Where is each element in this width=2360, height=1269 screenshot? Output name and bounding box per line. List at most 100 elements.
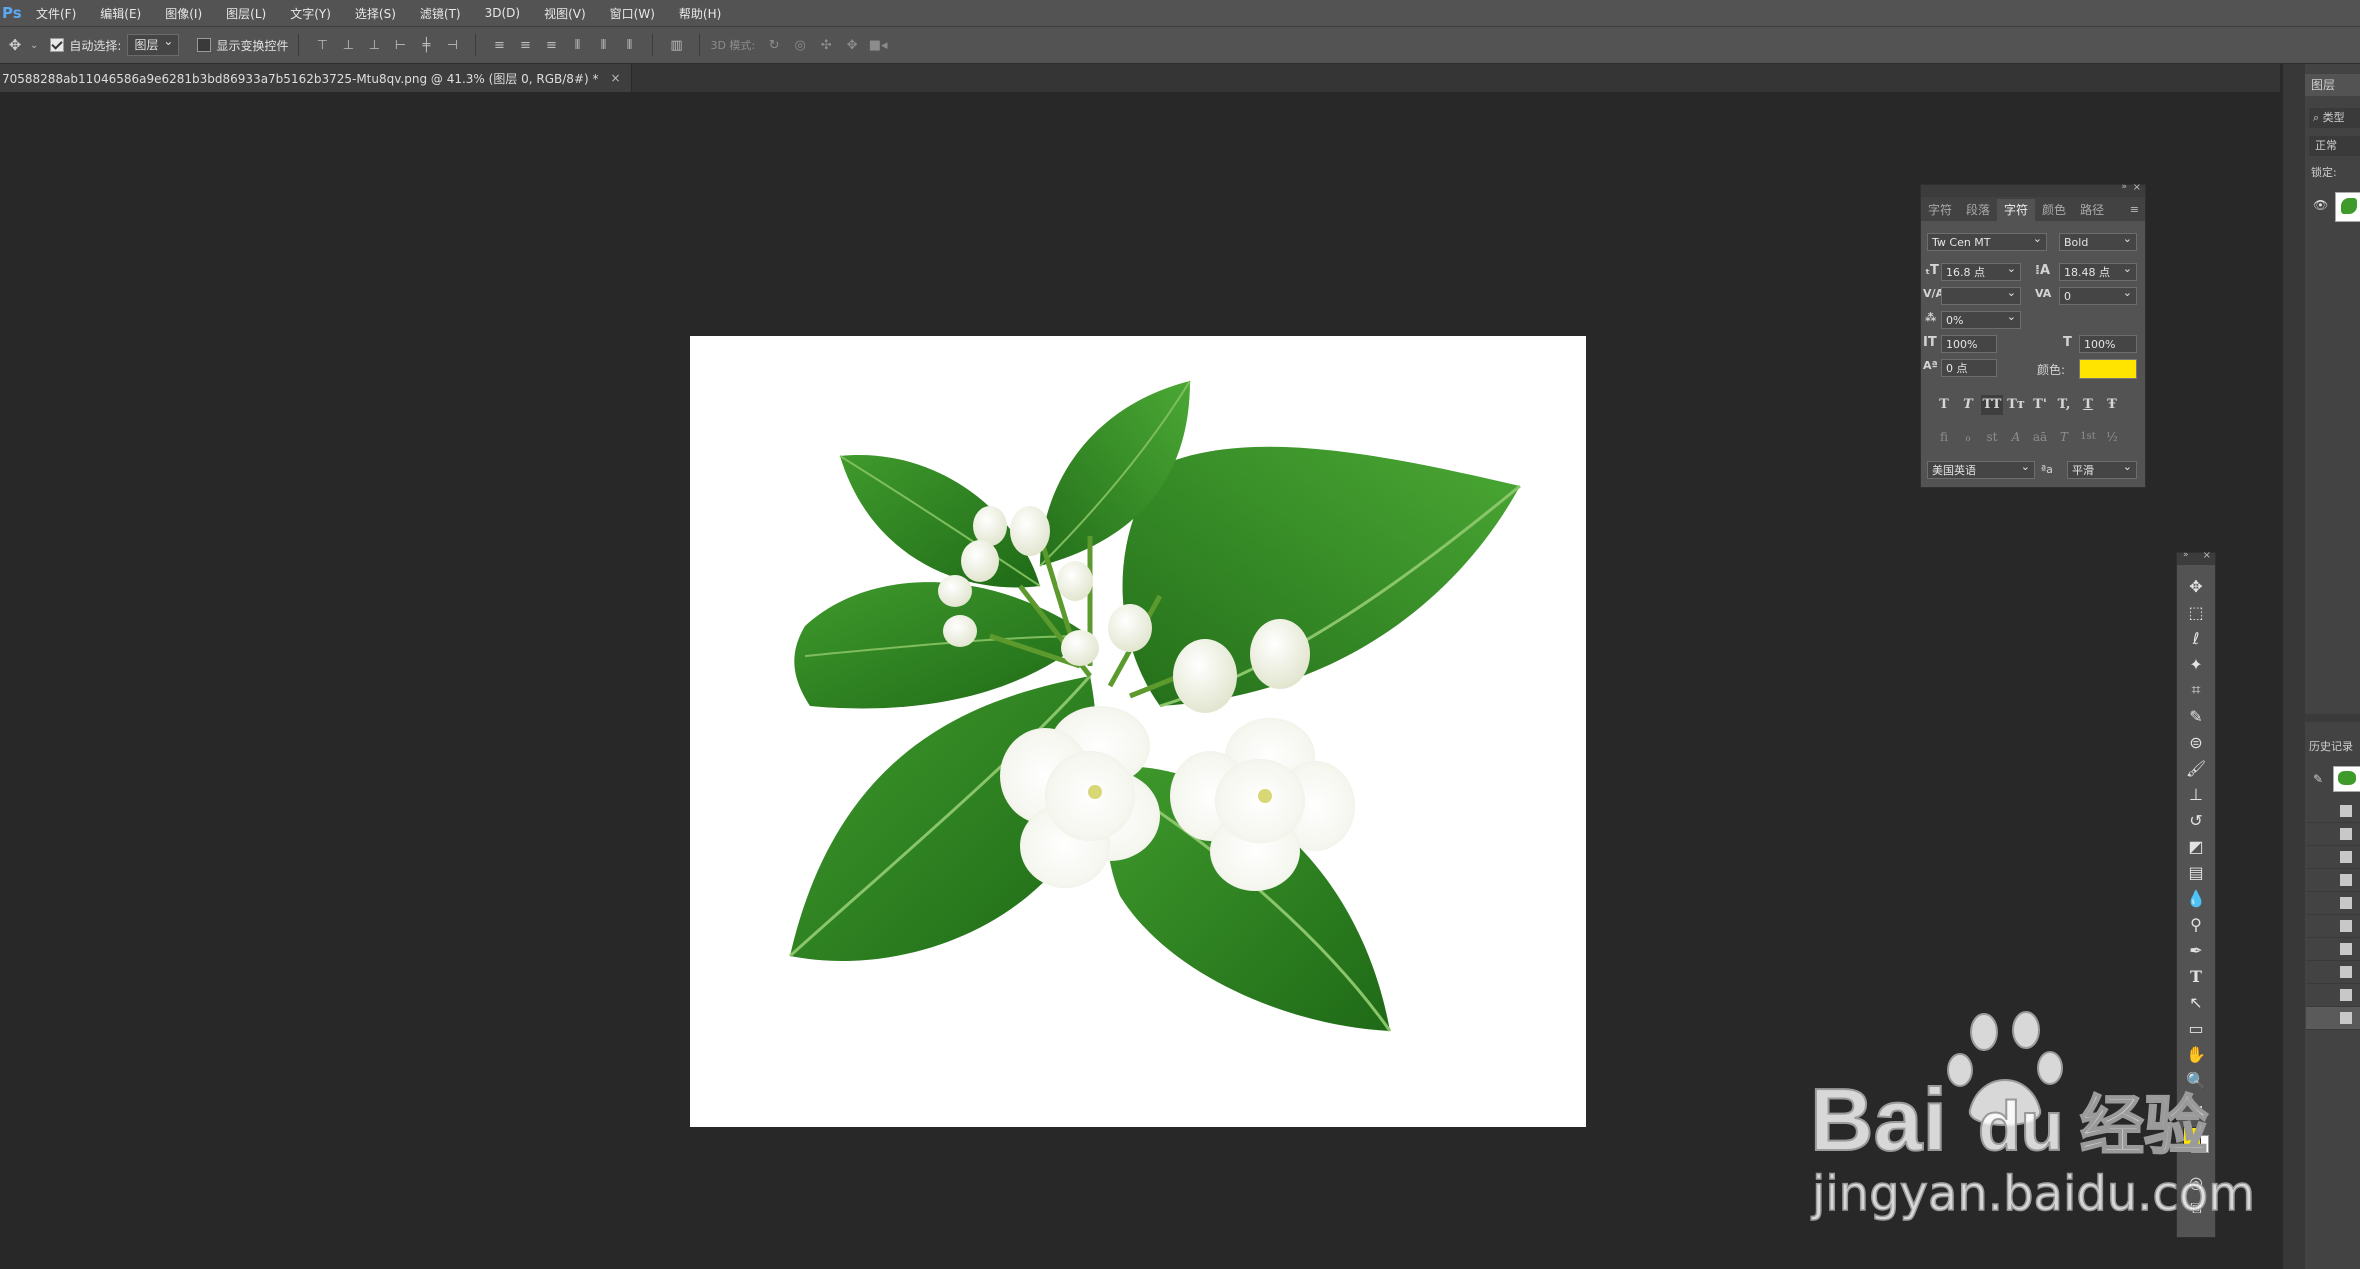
baseline-shift-field[interactable]: 0 点	[1941, 359, 1997, 377]
history-brush-source-icon[interactable]: ✎	[2313, 772, 2323, 786]
history-state-row[interactable]	[2306, 800, 2360, 823]
antialias-select[interactable]: 平滑	[2067, 458, 2137, 479]
vertical-scale-field[interactable]: 100%	[1941, 335, 1997, 353]
horizontal-scale-field[interactable]: 100%	[2079, 335, 2137, 353]
history-snapshot-thumbnail[interactable]	[2333, 766, 2360, 792]
brush-tool-icon[interactable]: 🖌	[2177, 755, 2215, 781]
history-state-row[interactable]	[2306, 869, 2360, 892]
lasso-tool-icon[interactable]: ℓ	[2177, 625, 2215, 651]
distribute-hcenter-icon[interactable]: ⦀	[590, 34, 616, 56]
auto-align-icon[interactable]: ▥	[663, 34, 689, 56]
distribute-right-icon[interactable]: ⦀	[616, 34, 642, 56]
align-left-icon[interactable]: ⊢	[387, 34, 413, 56]
3d-scale-icon[interactable]: ■◂	[865, 34, 891, 56]
tsume-field[interactable]: 0%	[1941, 308, 2021, 329]
menu-window[interactable]: 窗口(W)	[598, 5, 667, 22]
menu-edit[interactable]: 编辑(E)	[88, 5, 153, 22]
blur-tool-icon[interactable]: 💧	[2177, 885, 2215, 911]
eraser-tool-icon[interactable]: ◩	[2177, 833, 2215, 859]
history-tab[interactable]: 历史记录	[2309, 738, 2353, 754]
titling-alternates-button[interactable]: T	[2053, 427, 2075, 447]
subscript-button[interactable]: T,	[2053, 395, 2075, 415]
menu-file[interactable]: 文件(F)	[24, 5, 88, 22]
language-select[interactable]: 美国英语	[1927, 458, 2035, 479]
healing-tool-icon[interactable]: ⊜	[2177, 729, 2215, 755]
menu-select[interactable]: 选择(S)	[343, 5, 408, 22]
toolbox-header[interactable]: » ×	[2177, 550, 2215, 565]
history-state-row[interactable]	[2306, 823, 2360, 846]
kerning-field[interactable]	[1941, 284, 2021, 305]
blend-mode-select[interactable]: 正常	[2309, 136, 2360, 156]
expand-icon[interactable]: »	[2183, 550, 2189, 560]
text-color-swatch[interactable]	[2079, 359, 2137, 379]
stamp-tool-icon[interactable]: ⊥	[2177, 781, 2215, 807]
underline-button[interactable]: T	[2077, 395, 2099, 415]
3d-rotate-icon[interactable]: ↻	[761, 34, 787, 56]
distribute-top-icon[interactable]: ≡	[486, 34, 512, 56]
distribute-vcenter-icon[interactable]: ≡	[512, 34, 538, 56]
move-tool-icon[interactable]: ✥	[2177, 573, 2215, 599]
dodge-tool-icon[interactable]: ⚲	[2177, 911, 2215, 937]
tab-paths[interactable]: 路径	[2073, 199, 2111, 221]
history-state-row[interactable]	[2306, 938, 2360, 961]
move-tool-preset-icon[interactable]: ✥	[0, 32, 30, 58]
menu-3d[interactable]: 3D(D)	[473, 6, 532, 20]
tab-character-active[interactable]: 字符	[1997, 199, 2036, 221]
preset-chevron-icon[interactable]: ⌄	[30, 40, 38, 51]
ordinals-button[interactable]: 1st	[2077, 427, 2099, 447]
old-style-button[interactable]: ℴ	[1957, 427, 1979, 447]
marquee-tool-icon[interactable]: ⬚	[2177, 599, 2215, 625]
menu-layer[interactable]: 图层(L)	[214, 5, 278, 22]
stylistic-alternates-button[interactable]: aā	[2029, 427, 2051, 447]
3d-slide-icon[interactable]: ✥	[839, 34, 865, 56]
layers-tab[interactable]: 图层	[2305, 74, 2360, 96]
fractions-button[interactable]: ½	[2101, 427, 2123, 447]
distribute-left-icon[interactable]: ⦀	[564, 34, 590, 56]
superscript-button[interactable]: T'	[2029, 395, 2051, 415]
panel-titlebar[interactable]: » ×	[1921, 182, 2145, 197]
history-state-row[interactable]	[2306, 961, 2360, 984]
leading-field[interactable]: 18.48 点	[2059, 260, 2137, 281]
align-top-icon[interactable]: ⊤	[309, 34, 335, 56]
menu-type[interactable]: 文字(Y)	[278, 5, 343, 22]
history-state-row[interactable]	[2306, 846, 2360, 869]
crop-tool-icon[interactable]: ⌗	[2177, 677, 2215, 703]
faux-italic-button[interactable]: T	[1957, 395, 1979, 415]
auto-select-target-select[interactable]: 图层	[127, 31, 180, 56]
collapse-icon[interactable]: »	[2121, 182, 2127, 192]
ligatures-button[interactable]: fi	[1933, 427, 1955, 447]
close-toolbox-icon[interactable]: ×	[2203, 550, 2211, 561]
gradient-tool-icon[interactable]: ▤	[2177, 859, 2215, 885]
menu-view[interactable]: 视图(V)	[532, 5, 598, 22]
menu-image[interactable]: 图像(I)	[153, 5, 214, 22]
layer-kind-filter[interactable]: ⌕ 类型	[2309, 108, 2360, 128]
3d-roll-icon[interactable]: ◎	[787, 34, 813, 56]
type-tool-icon[interactable]: T	[2177, 963, 2215, 989]
font-size-field[interactable]: 16.8 点	[1941, 260, 2021, 281]
document-tab[interactable]: 70588288ab11046586a9e6281b3bd86933a7b516…	[0, 64, 632, 92]
document-canvas[interactable]	[690, 336, 1586, 1127]
faux-bold-button[interactable]: T	[1933, 395, 1955, 415]
history-brush-tool-icon[interactable]: ↺	[2177, 807, 2215, 833]
align-vcenter-icon[interactable]: ⊥	[335, 34, 361, 56]
layer-thumbnail[interactable]	[2335, 192, 2360, 222]
tracking-field[interactable]: 0	[2059, 284, 2137, 305]
font-style-select[interactable]: Bold	[2059, 230, 2137, 251]
strikethrough-button[interactable]: Ŧ	[2101, 395, 2123, 415]
panel-menu-icon[interactable]: ≡	[2130, 199, 2139, 221]
close-tab-icon[interactable]: ×	[611, 71, 621, 85]
align-bottom-icon[interactable]: ⊥	[361, 34, 387, 56]
history-state-row[interactable]	[2306, 915, 2360, 938]
auto-select-checkbox[interactable]	[50, 38, 65, 52]
tab-paragraph[interactable]: 段落	[1959, 199, 1997, 221]
align-right-icon[interactable]: ⊣	[439, 34, 465, 56]
eyedropper-tool-icon[interactable]: ✎	[2177, 703, 2215, 729]
show-transform-checkbox[interactable]	[197, 38, 212, 52]
pen-tool-icon[interactable]: ✒	[2177, 937, 2215, 963]
discretionary-ligatures-button[interactable]: st	[1981, 427, 2003, 447]
tab-color[interactable]: 颜色	[2035, 199, 2073, 221]
history-state-row[interactable]	[2306, 892, 2360, 915]
align-hcenter-icon[interactable]: ╪	[413, 34, 439, 56]
tab-character-1[interactable]: 字符	[1921, 199, 1959, 221]
layer-visibility-eye-icon[interactable]: 👁	[2313, 198, 2328, 212]
